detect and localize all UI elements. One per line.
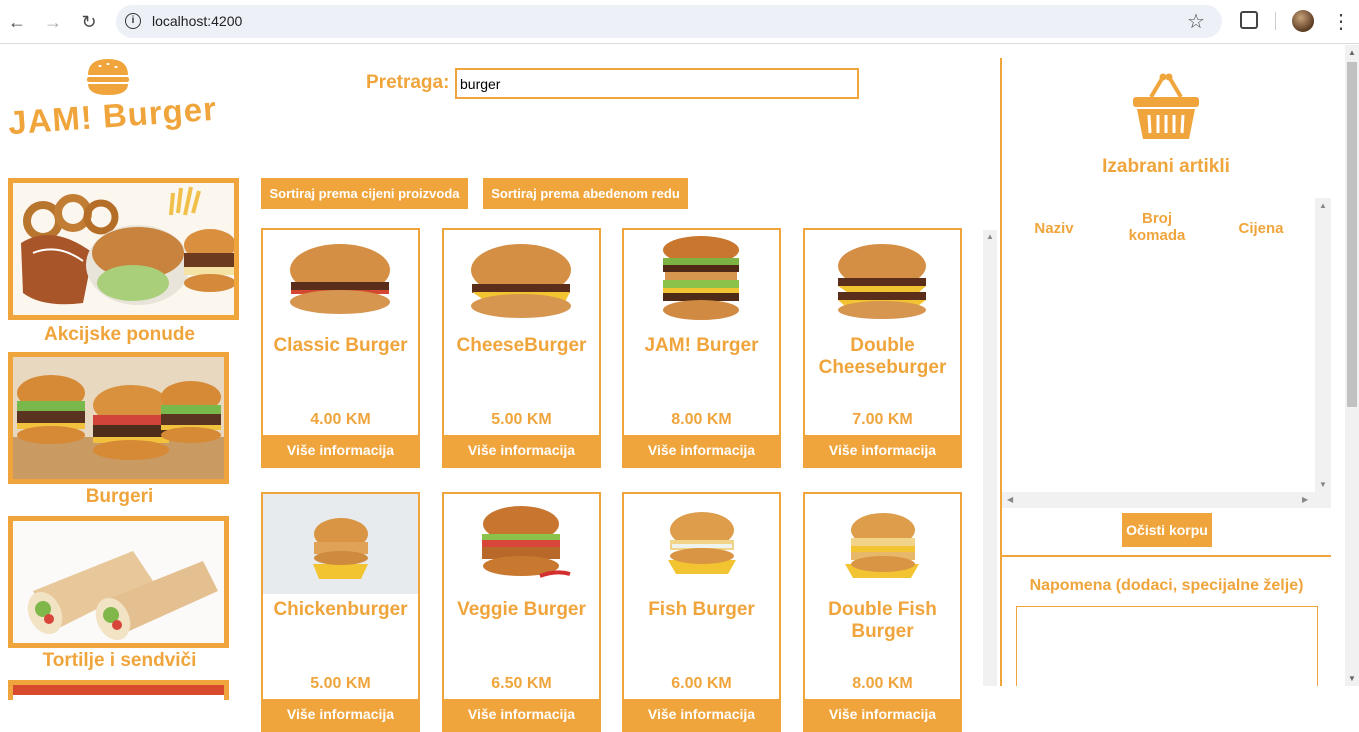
scroll-up-arrow-icon[interactable]: ▲ xyxy=(1319,201,1327,210)
product-image[interactable] xyxy=(263,494,418,594)
products-scrollbar[interactable]: ▲ xyxy=(983,230,997,686)
more-info-button[interactable]: Više informacija xyxy=(444,699,599,730)
scroll-right-arrow-icon[interactable]: ▶ xyxy=(1302,495,1308,504)
sort-alphabetical-button[interactable]: Sortiraj prema abedenom redu xyxy=(483,178,688,209)
cart-table: Naziv Broj komada Cijena xyxy=(1002,198,1315,492)
category-image[interactable] xyxy=(8,178,239,320)
product-card[interactable]: Double Cheeseburger 7.00 KM Više informa… xyxy=(803,228,962,468)
product-card[interactable]: Veggie Burger 6.50 KM Više informacija xyxy=(442,492,601,732)
reload-icon[interactable]: ↻ xyxy=(76,9,102,35)
product-price: 5.00 KM xyxy=(310,675,371,692)
product-name: Fish Burger xyxy=(648,599,755,620)
product-price: 4.00 KM xyxy=(310,411,371,428)
more-info-button[interactable]: Više informacija xyxy=(624,699,779,730)
cart-horizontal-scrollbar[interactable]: ◀ ▶ xyxy=(1002,492,1331,508)
product-image[interactable] xyxy=(263,230,418,330)
product-image[interactable] xyxy=(805,230,960,330)
scroll-left-arrow-icon[interactable]: ◀ xyxy=(1007,495,1013,504)
category-akcijske-ponude[interactable]: Akcijske ponude xyxy=(8,178,239,345)
category-next[interactable] xyxy=(8,680,229,700)
category-burgeri[interactable]: Burgeri xyxy=(8,352,229,507)
more-info-button[interactable]: Više informacija xyxy=(263,699,418,730)
app-page: JAM! Burger Pretraga: Akcijske xyxy=(0,45,1359,732)
menu-kebab-icon[interactable]: ⋮ xyxy=(1331,9,1351,34)
product-image[interactable] xyxy=(805,494,960,594)
scroll-down-arrow-icon[interactable]: ▼ xyxy=(1348,674,1356,683)
more-info-button[interactable]: Više informacija xyxy=(444,435,599,466)
back-icon[interactable]: ← xyxy=(4,9,30,35)
page-scrollbar[interactable]: ▲ ▼ xyxy=(1345,45,1359,686)
category-image[interactable] xyxy=(8,352,229,484)
category-label[interactable]: Burgeri xyxy=(8,486,231,508)
category-label[interactable]: Tortilje i sendviči xyxy=(8,650,231,672)
brand-logo-text: JAM! Burger xyxy=(6,89,219,142)
address-bar[interactable]: i localhost:4200 ☆ xyxy=(116,5,1222,38)
more-info-button[interactable]: Više informacija xyxy=(805,699,960,730)
cart-section-divider xyxy=(1002,555,1331,557)
category-label[interactable]: Akcijske ponude xyxy=(8,324,231,346)
toolbar-divider xyxy=(1275,12,1276,30)
category-image[interactable] xyxy=(8,680,229,700)
search-label: Pretraga: xyxy=(366,72,450,93)
cart-vertical-scrollbar[interactable]: ▲ ▼ xyxy=(1315,198,1331,492)
product-image[interactable] xyxy=(624,494,779,594)
scroll-up-arrow-icon[interactable]: ▲ xyxy=(1348,48,1356,57)
column-header-broj-komada: Broj komada xyxy=(1128,210,1186,244)
browser-toolbar: ← → ↻ i localhost:4200 ☆ ⋮ xyxy=(0,0,1359,44)
product-price: 6.00 KM xyxy=(671,675,732,692)
burger-logo-icon xyxy=(87,59,129,95)
product-price: 5.00 KM xyxy=(491,411,552,428)
product-card[interactable]: CheeseBurger 5.00 KM Više informacija xyxy=(442,228,601,468)
page-scroll-thumb[interactable] xyxy=(1347,62,1357,407)
more-info-button[interactable]: Više informacija xyxy=(805,435,960,466)
column-header-cijena: Cijena xyxy=(1238,220,1284,237)
product-name: JAM! Burger xyxy=(644,335,759,356)
bookmark-star-icon[interactable]: ☆ xyxy=(1187,9,1205,34)
profile-avatar[interactable] xyxy=(1292,10,1314,32)
product-price: 8.00 KM xyxy=(671,411,732,428)
search-input[interactable] xyxy=(455,68,859,99)
forward-icon[interactable]: → xyxy=(40,9,66,35)
product-image[interactable] xyxy=(444,494,599,594)
product-name: Chickenburger xyxy=(273,599,408,620)
product-name: Double Fish Burger xyxy=(828,599,937,642)
clear-cart-button[interactable]: Očisti korpu xyxy=(1122,513,1212,547)
more-info-button[interactable]: Više informacija xyxy=(624,435,779,466)
product-price: 8.00 KM xyxy=(852,675,913,692)
cart-title: Izabrani artikli xyxy=(1102,156,1230,177)
product-card[interactable]: Classic Burger 4.00 KM Više informacija xyxy=(261,228,420,468)
more-info-button[interactable]: Više informacija xyxy=(263,435,418,466)
product-name: Double Cheeseburger xyxy=(818,335,947,378)
basket-icon xyxy=(1133,73,1199,139)
product-image[interactable] xyxy=(624,230,779,330)
product-name: Classic Burger xyxy=(273,335,408,356)
product-name: CheeseBurger xyxy=(456,335,587,356)
category-tortilje[interactable]: Tortilje i sendviči xyxy=(8,516,229,671)
product-price: 7.00 KM xyxy=(852,411,913,428)
category-image[interactable] xyxy=(8,516,229,648)
product-card[interactable]: JAM! Burger 8.00 KM Više informacija xyxy=(622,228,781,468)
column-header-naziv: Naziv xyxy=(1034,220,1074,237)
product-name: Veggie Burger xyxy=(457,599,586,620)
extensions-icon[interactable] xyxy=(1240,11,1258,29)
note-label: Napomena (dodaci, specijalne želje) xyxy=(1029,577,1304,594)
note-textarea[interactable] xyxy=(1016,606,1318,686)
scroll-up-arrow-icon[interactable]: ▲ xyxy=(986,232,994,241)
product-card[interactable]: Double Fish Burger 8.00 KM Više informac… xyxy=(803,492,962,732)
scroll-down-arrow-icon[interactable]: ▼ xyxy=(1319,480,1327,489)
site-info-icon[interactable]: i xyxy=(125,13,141,29)
product-image[interactable] xyxy=(444,230,599,330)
product-card[interactable]: Chickenburger 5.00 KM Više informacija xyxy=(261,492,420,732)
sort-by-price-button[interactable]: Sortiraj prema cijeni proizvoda xyxy=(261,178,468,209)
product-card[interactable]: Fish Burger 6.00 KM Više informacija xyxy=(622,492,781,732)
url-text[interactable]: localhost:4200 xyxy=(152,13,242,29)
product-price: 6.50 KM xyxy=(491,675,552,692)
